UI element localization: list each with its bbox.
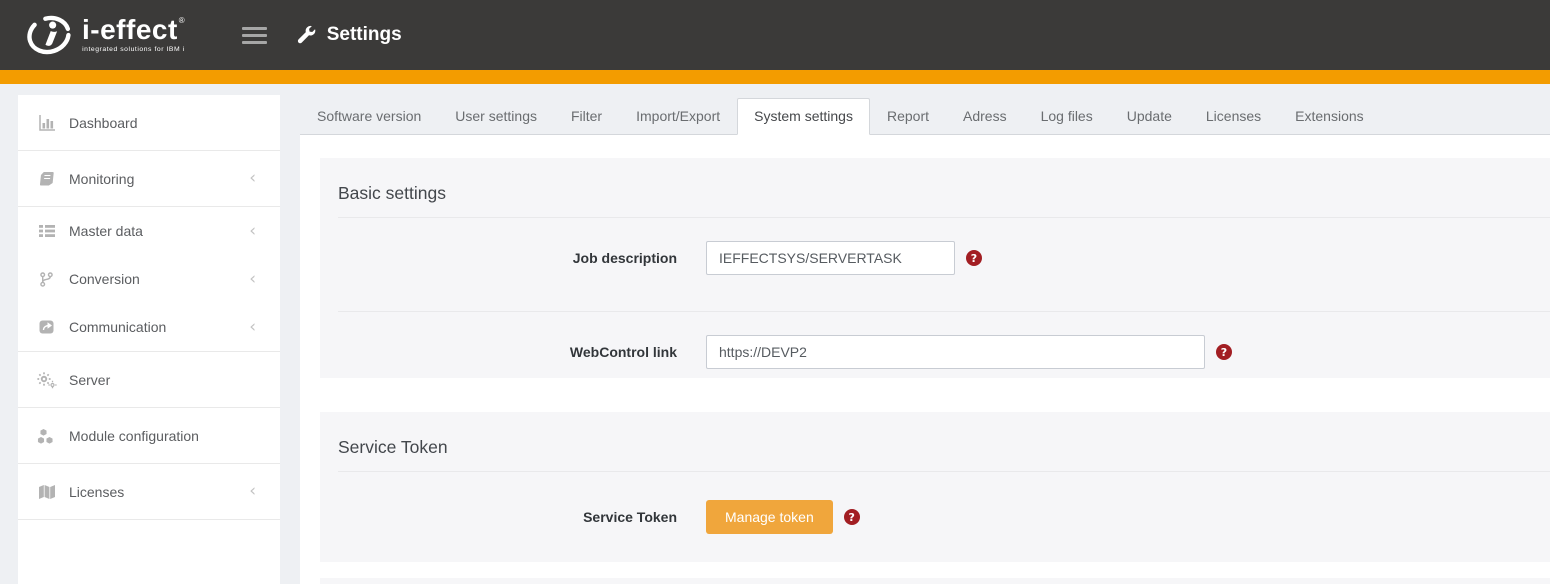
tab-user-settings[interactable]: User settings: [438, 98, 554, 135]
tab-extensions[interactable]: Extensions: [1278, 98, 1380, 135]
tab-report[interactable]: Report: [870, 98, 946, 135]
help-icon[interactable]: ?: [844, 509, 860, 525]
service-token-section: Service Token Service Token Manage token…: [320, 412, 1550, 562]
bar-chart-icon: [36, 114, 57, 132]
tab-licenses[interactable]: Licenses: [1189, 98, 1278, 135]
share-square-icon: [36, 318, 57, 336]
tab-software-version[interactable]: Software version: [300, 98, 438, 135]
brand-name: i-effect: [82, 16, 178, 44]
job-description-row: Job description ?: [338, 218, 1550, 298]
service-token-row: Service Token Manage token ?: [338, 472, 1550, 562]
book-icon: [36, 170, 57, 188]
help-icon[interactable]: ?: [1216, 344, 1232, 360]
section-title: Service Token: [338, 412, 1550, 458]
i-effect-emblem-icon: [25, 11, 73, 59]
page-title: Settings: [327, 24, 402, 46]
brand-tagline: integrated solutions for IBM i: [82, 47, 185, 54]
sidebar-item-label: Dashboard: [69, 115, 138, 131]
sidebar-empty-area: [18, 520, 280, 584]
brand-logo[interactable]: i-effect ® integrated solutions for IBM …: [25, 11, 185, 59]
help-icon[interactable]: ?: [966, 250, 982, 266]
settings-tabs: Software version User settings Filter Im…: [300, 84, 1550, 135]
main-area: Software version User settings Filter Im…: [300, 84, 1550, 584]
sidebar-item-label: Conversion: [69, 271, 140, 287]
sidebar-item-label: Server: [69, 372, 110, 388]
webcontrol-link-label: WebControl link: [338, 344, 677, 360]
tab-content: Basic settings Job description ? WebCont…: [300, 135, 1550, 584]
cubes-icon: [36, 427, 57, 445]
chevron-left-icon: ‹: [249, 223, 256, 240]
tab-filter[interactable]: Filter: [554, 98, 619, 135]
top-bar: i-effect ® integrated solutions for IBM …: [0, 0, 1550, 70]
sidebar-item-label: Monitoring: [69, 171, 134, 187]
tab-update[interactable]: Update: [1110, 98, 1189, 135]
map-icon: [36, 483, 57, 501]
gears-icon: [36, 371, 57, 389]
tab-adress[interactable]: Adress: [946, 98, 1024, 135]
tab-system-settings[interactable]: System settings: [737, 98, 870, 135]
section-title: Basic settings: [338, 158, 1550, 204]
sidebar-item-master-data[interactable]: Master data ‹: [18, 207, 280, 255]
chevron-left-icon: ‹: [249, 271, 256, 288]
accent-bar: [0, 70, 1550, 84]
sidebar-item-label: Licenses: [69, 484, 124, 500]
tab-log-files[interactable]: Log files: [1024, 98, 1110, 135]
sidebar-item-label: Module configuration: [69, 428, 199, 444]
settings-page: i-effect ® integrated solutions for IBM …: [0, 0, 1550, 584]
registered-mark: ®: [179, 17, 185, 25]
sidebar-item-communication[interactable]: Communication ‹: [18, 303, 280, 351]
list-icon: [36, 222, 57, 240]
webcontrol-link-row: WebControl link ?: [338, 312, 1550, 392]
wrench-icon: [295, 24, 318, 47]
job-description-label: Job description: [338, 250, 677, 266]
job-description-input[interactable]: [706, 241, 955, 275]
chevron-left-icon: ‹: [249, 319, 256, 336]
sidebar-item-label: Communication: [69, 319, 166, 335]
service-token-label: Service Token: [338, 509, 677, 525]
sidebar-nav: Dashboard Monitoring ‹: [18, 95, 280, 584]
sidebar-item-module-configuration[interactable]: Module configuration: [18, 408, 280, 463]
next-section-partial: [320, 578, 1550, 584]
sidebar-item-conversion[interactable]: Conversion ‹: [18, 255, 280, 303]
tab-import-export[interactable]: Import/Export: [619, 98, 737, 135]
webcontrol-link-input[interactable]: [706, 335, 1205, 369]
sidebar-item-dashboard[interactable]: Dashboard: [18, 95, 280, 150]
sidebar-item-label: Master data: [69, 223, 143, 239]
manage-token-button[interactable]: Manage token: [706, 500, 833, 534]
chevron-left-icon: ‹: [249, 483, 256, 500]
basic-settings-section: Basic settings Job description ? WebCont…: [320, 158, 1550, 378]
sidebar-item-licenses[interactable]: Licenses ‹: [18, 464, 280, 519]
chevron-left-icon: ‹: [249, 170, 256, 187]
menu-toggle-icon[interactable]: [242, 23, 267, 48]
sidebar-item-monitoring[interactable]: Monitoring ‹: [18, 151, 280, 206]
sidebar-item-server[interactable]: Server: [18, 352, 280, 407]
branch-icon: [36, 270, 57, 288]
